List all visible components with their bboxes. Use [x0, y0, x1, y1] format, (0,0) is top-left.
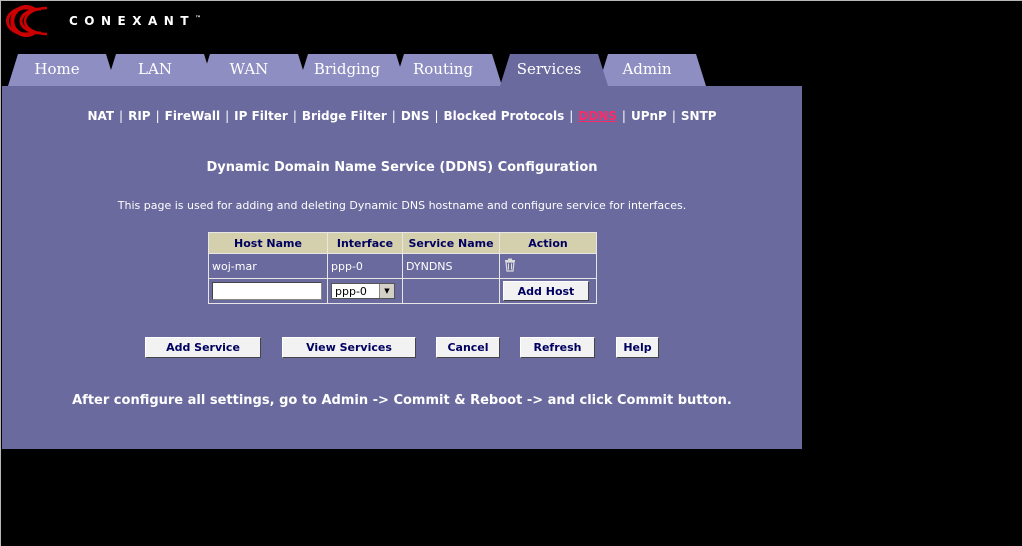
conexant-logo-icon — [5, 5, 48, 37]
row-host-name: woj-mar — [208, 253, 328, 279]
add-service-button[interactable]: Add Service — [145, 337, 261, 358]
subnav-separator: | — [292, 109, 297, 123]
subnav-dns[interactable]: DNS — [401, 109, 430, 123]
tab-routing-label: Routing — [412, 60, 474, 78]
cancel-button[interactable]: Cancel — [436, 337, 500, 358]
tab-lan[interactable]: LAN — [106, 52, 214, 86]
tab-wan[interactable]: WAN — [200, 52, 308, 86]
col-interface: Interface — [327, 232, 403, 254]
tab-lan-label: LAN — [138, 60, 172, 78]
subnav-ip-filter[interactable]: IP Filter — [234, 109, 288, 123]
host-name-input[interactable] — [212, 282, 322, 300]
new-action-cell: Add Host — [499, 278, 597, 304]
tab-bridging-label: Bridging — [313, 60, 381, 78]
subnav-separator: | — [119, 109, 124, 123]
page-title: Dynamic Domain Name Service (DDNS) Confi… — [206, 160, 598, 175]
row-action — [499, 253, 597, 279]
subnav-sntp[interactable]: SNTP — [681, 109, 717, 123]
main-tabs: Home LAN WAN Bridging Routing Admin Serv… — [0, 52, 760, 86]
subnav-blocked-protocols[interactable]: Blocked Protocols — [444, 109, 565, 123]
chevron-down-icon: ▼ — [379, 284, 394, 298]
subnav-separator: | — [434, 109, 439, 123]
subnav-ddns[interactable]: DDNS — [578, 109, 617, 123]
subnav-separator: | — [569, 109, 574, 123]
subnav-nat[interactable]: NAT — [87, 109, 114, 123]
tab-routing[interactable]: Routing — [394, 52, 502, 86]
add-host-button[interactable]: Add Host — [503, 281, 589, 301]
col-action: Action — [499, 232, 597, 254]
table-row: woj-mar ppp-0 DYNDNS — [208, 253, 597, 279]
new-host-cell — [208, 278, 328, 304]
window-top-border — [0, 0, 1022, 1]
brand-name: CONEXANT™ — [69, 14, 202, 28]
tab-home[interactable]: Home — [8, 52, 116, 86]
new-interface-cell: ppp-0 ▼ — [327, 278, 403, 304]
ddns-host-table: Host Name Interface Service Name Action … — [208, 232, 597, 304]
tab-home-label: Home — [34, 60, 80, 78]
subnav-separator: | — [155, 109, 160, 123]
services-subnav: NAT | RIP | FireWall | IP Filter | Bridge Filter… — [2, 109, 802, 123]
view-services-button[interactable]: View Services — [282, 337, 416, 358]
content-panel: NAT | RIP | FireWall | IP Filter | Bridge Filter… — [2, 86, 802, 449]
subnav-firewall[interactable]: FireWall — [165, 109, 221, 123]
table-header-row: Host Name Interface Service Name Action — [208, 232, 597, 254]
subnav-bridge-filter[interactable]: Bridge Filter — [302, 109, 387, 123]
tab-bridging[interactable]: Bridging — [298, 52, 406, 86]
subnav-separator: | — [391, 109, 396, 123]
tab-wan-label: WAN — [229, 60, 269, 78]
help-button[interactable]: Help — [616, 337, 659, 358]
tab-services[interactable]: Services — [500, 52, 608, 86]
table-new-row: ppp-0 ▼ Add Host — [208, 278, 597, 304]
row-interface: ppp-0 — [327, 253, 403, 279]
trash-icon[interactable] — [503, 258, 517, 275]
subnav-rip[interactable]: RIP — [128, 109, 151, 123]
interface-select-value: ppp-0 — [335, 284, 367, 298]
col-service-name: Service Name — [402, 232, 500, 254]
col-host-name: Host Name — [208, 232, 328, 254]
interface-select[interactable]: ppp-0 ▼ — [331, 283, 395, 299]
page-description: This page is used for adding and deletin… — [117, 199, 687, 212]
tab-services-label: Services — [516, 60, 582, 78]
subnav-separator: | — [225, 109, 230, 123]
refresh-button[interactable]: Refresh — [520, 337, 595, 358]
tab-admin-label: Admin — [622, 60, 672, 78]
new-service-cell — [402, 278, 500, 304]
subnav-separator: | — [671, 109, 676, 123]
subnav-upnp[interactable]: UPnP — [631, 109, 667, 123]
tab-admin[interactable]: Admin — [598, 52, 706, 86]
row-service-name: DYNDNS — [402, 253, 500, 279]
subnav-separator: | — [621, 109, 626, 123]
conexant-logo: CONEXANT™ — [5, 4, 201, 38]
commit-instructions: After configure all settings, go to Admi… — [72, 393, 732, 408]
